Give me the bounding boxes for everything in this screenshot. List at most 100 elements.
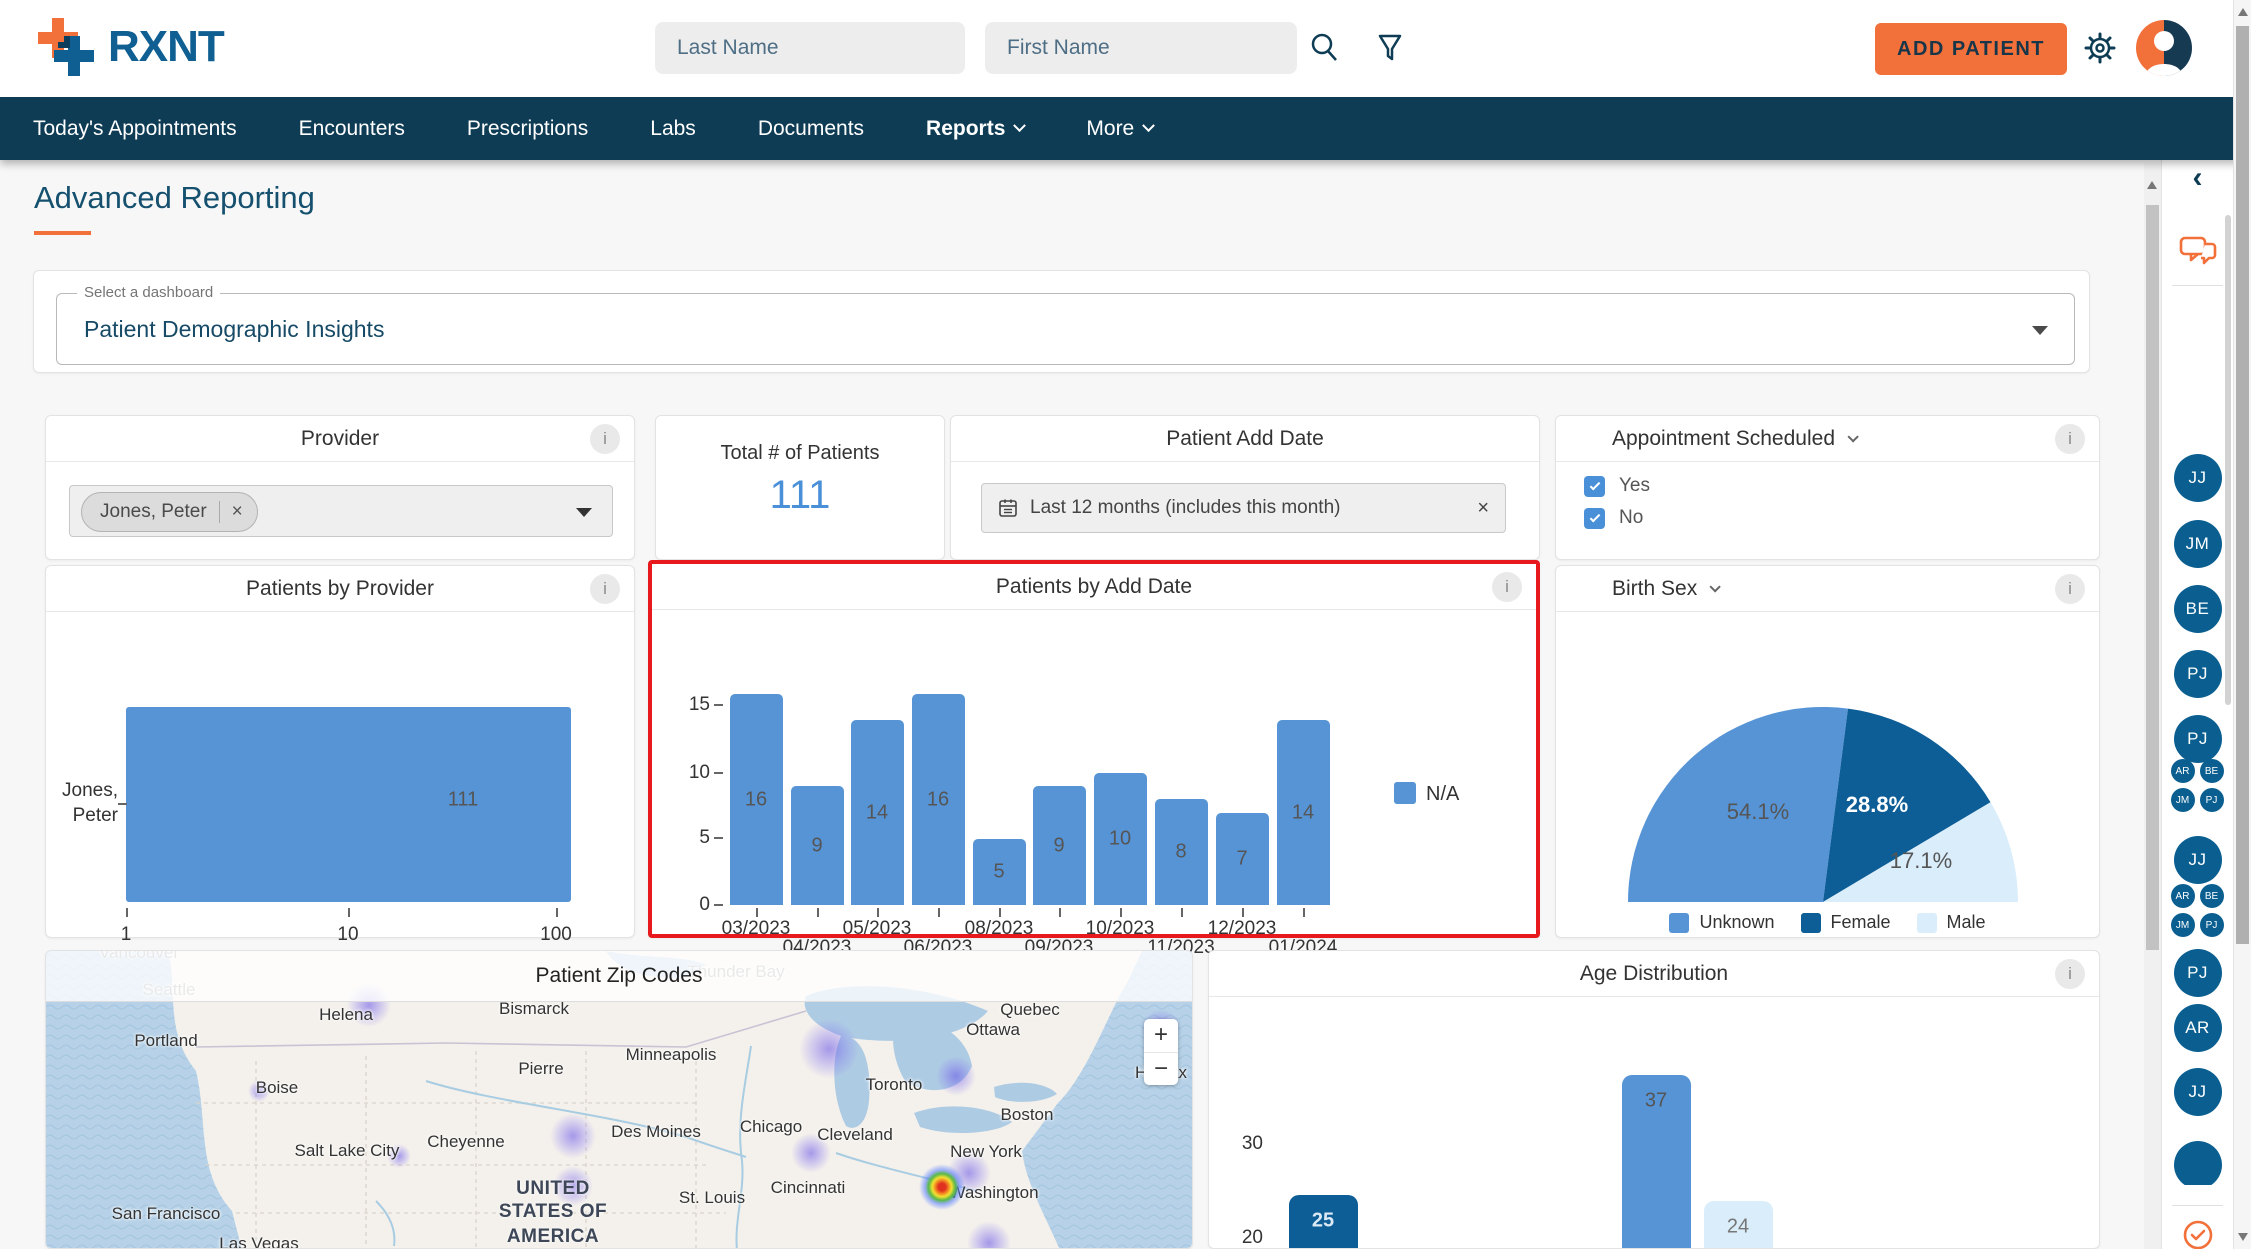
map-country-label: UNITED: [516, 1178, 590, 1200]
filter-funnel-icon[interactable]: [1372, 30, 1408, 66]
patients-by-add-date-title: Patients by Add Date: [996, 575, 1192, 599]
chevron-down-icon: [1014, 119, 1027, 132]
sidebar-avatar-cluster[interactable]: ARBEJMPJ: [2171, 759, 2225, 813]
clear-date-icon[interactable]: ×: [1477, 497, 1489, 520]
sidebar-avatar-PJ[interactable]: PJ: [2174, 715, 2222, 763]
nav-item-prescriptions[interactable]: Prescriptions: [467, 117, 588, 141]
checkbox-row-yes[interactable]: Yes: [1584, 475, 1650, 497]
x-tick: [1242, 908, 1244, 917]
cluster-avatar-PJ[interactable]: PJ: [2200, 913, 2224, 937]
total-patients-value: 111: [656, 473, 944, 518]
collapse-sidebar-button[interactable]: ‹: [2183, 164, 2213, 194]
total-patients-label: Total # of Patients: [656, 442, 944, 465]
scroll-up-icon[interactable]: [2147, 181, 2157, 189]
provider-select[interactable]: Jones, Peter ×: [69, 485, 613, 537]
birth-sex-card: Birth Sex i 54.1%28.8%17.1%UnknownFemale…: [1555, 565, 2100, 938]
first-name-input[interactable]: [985, 22, 1297, 74]
bar-value-label: 9: [811, 834, 822, 857]
y-tick-label: 15: [676, 694, 710, 716]
y-tick: [714, 772, 723, 774]
bar-value-label: 7: [1236, 848, 1247, 871]
scroll-down-icon[interactable]: [2238, 1233, 2248, 1241]
content-scrollbar-thumb[interactable]: [2146, 205, 2159, 950]
nav-item-more[interactable]: More: [1086, 117, 1153, 141]
dashboard-select-card: Select a dashboard Patient Demographic I…: [33, 270, 2090, 373]
nav-item-documents[interactable]: Documents: [758, 117, 864, 141]
chevron-down-icon[interactable]: [2032, 326, 2048, 335]
nav-item-today-s-appointments[interactable]: Today's Appointments: [33, 117, 237, 141]
nav-item-label: More: [1086, 117, 1134, 141]
x-tick: [1181, 908, 1183, 917]
cluster-avatar-BE[interactable]: BE: [2200, 759, 2224, 783]
map-city-label: Las Vegas: [219, 1234, 298, 1249]
map-zoom-out-button[interactable]: −: [1144, 1053, 1178, 1086]
info-icon[interactable]: i: [2055, 574, 2085, 604]
patients-by-add-date-chart: 0510151603/2023904/20231405/20231606/202…: [652, 610, 1536, 934]
legend-label: N/A: [1426, 783, 1459, 806]
checkbox-row-no[interactable]: No: [1584, 507, 1643, 529]
sidebar-avatar-AR[interactable]: AR: [2174, 1004, 2222, 1052]
content-scrollbar[interactable]: [2144, 163, 2161, 1249]
check-circle-icon[interactable]: [2180, 1217, 2216, 1249]
sidebar-avatar-PJ[interactable]: PJ: [2174, 949, 2222, 997]
scroll-up-icon[interactable]: [2238, 8, 2248, 16]
x-tick-label: 1: [121, 924, 132, 946]
birth-sex-pie: [1556, 612, 2101, 912]
chip-remove-icon[interactable]: ×: [219, 501, 243, 523]
birth-sex-title[interactable]: Birth Sex: [1612, 577, 1717, 601]
chevron-down-icon[interactable]: [576, 508, 592, 517]
y-tick-label: 10: [676, 762, 710, 784]
dashboard-select[interactable]: Select a dashboard Patient Demographic I…: [56, 293, 2075, 365]
sidebar-avatar-JJ[interactable]: JJ: [2174, 1068, 2222, 1116]
cluster-avatar-BE[interactable]: BE: [2200, 884, 2224, 908]
legend-swatch: [1394, 782, 1416, 804]
rxnt-logo[interactable]: RXNT: [36, 14, 224, 80]
map-zoom-in-button[interactable]: +: [1144, 1019, 1178, 1053]
nav-item-reports[interactable]: Reports: [926, 117, 1024, 141]
search-icon[interactable]: [1307, 30, 1343, 66]
info-icon[interactable]: i: [590, 424, 620, 454]
appointment-scheduled-title[interactable]: Appointment Scheduled: [1612, 427, 1855, 451]
bar-value-label: 8: [1175, 841, 1186, 864]
gear-icon[interactable]: [2082, 30, 2118, 66]
provider-bar[interactable]: [126, 707, 571, 902]
info-icon[interactable]: i: [2055, 424, 2085, 454]
sidebar-avatar-partial[interactable]: [2162, 1141, 2234, 1185]
cluster-avatar-PJ[interactable]: PJ: [2200, 788, 2224, 812]
window-scrollbar-thumb[interactable]: [2236, 26, 2249, 944]
sidebar-avatar[interactable]: [2174, 1141, 2222, 1185]
x-tick-label: 10: [337, 924, 358, 946]
nav-item-labs[interactable]: Labs: [650, 117, 696, 141]
nav-item-encounters[interactable]: Encounters: [299, 117, 405, 141]
window-scrollbar[interactable]: [2233, 0, 2251, 1249]
sidebar-avatar-cluster[interactable]: ARBEJMPJ: [2171, 884, 2225, 938]
heatmap-blob: [936, 1056, 976, 1096]
checkbox-yes[interactable]: [1584, 476, 1605, 497]
cluster-avatar-JM[interactable]: JM: [2171, 913, 2195, 937]
info-icon[interactable]: i: [2055, 959, 2085, 989]
title-underline: [34, 231, 91, 235]
cluster-avatar-AR[interactable]: AR: [2171, 759, 2195, 783]
sidebar-avatar-JM[interactable]: JM: [2174, 520, 2222, 568]
sidebar-avatar-JJ[interactable]: JJ: [2174, 836, 2222, 884]
map-city-label: Salt Lake City: [295, 1141, 400, 1161]
checkbox-no[interactable]: [1584, 508, 1605, 529]
pie-pct-label: 28.8%: [1846, 792, 1908, 818]
user-avatar[interactable]: [2136, 20, 2192, 76]
x-tick: [999, 908, 1001, 917]
info-icon[interactable]: i: [590, 574, 620, 604]
cluster-avatar-AR[interactable]: AR: [2171, 884, 2195, 908]
sidebar-avatar-BE[interactable]: BE: [2174, 585, 2222, 633]
last-name-input[interactable]: [655, 22, 965, 74]
date-range-field[interactable]: Last 12 months (includes this month) ×: [981, 483, 1506, 533]
cluster-avatar-JM[interactable]: JM: [2171, 788, 2195, 812]
sidebar-scrollbar-thumb[interactable]: [2225, 215, 2231, 705]
map-city-label: Bismarck: [499, 999, 569, 1019]
add-patient-button[interactable]: ADD PATIENT: [1875, 23, 2067, 75]
sidebar-avatar-JJ[interactable]: JJ: [2174, 454, 2222, 502]
chat-bubbles-icon[interactable]: [2178, 234, 2218, 270]
provider-card-title: Provider: [301, 427, 379, 451]
info-icon[interactable]: i: [1492, 572, 1522, 602]
provider-chip[interactable]: Jones, Peter ×: [81, 492, 258, 532]
sidebar-avatar-PJ[interactable]: PJ: [2174, 650, 2222, 698]
